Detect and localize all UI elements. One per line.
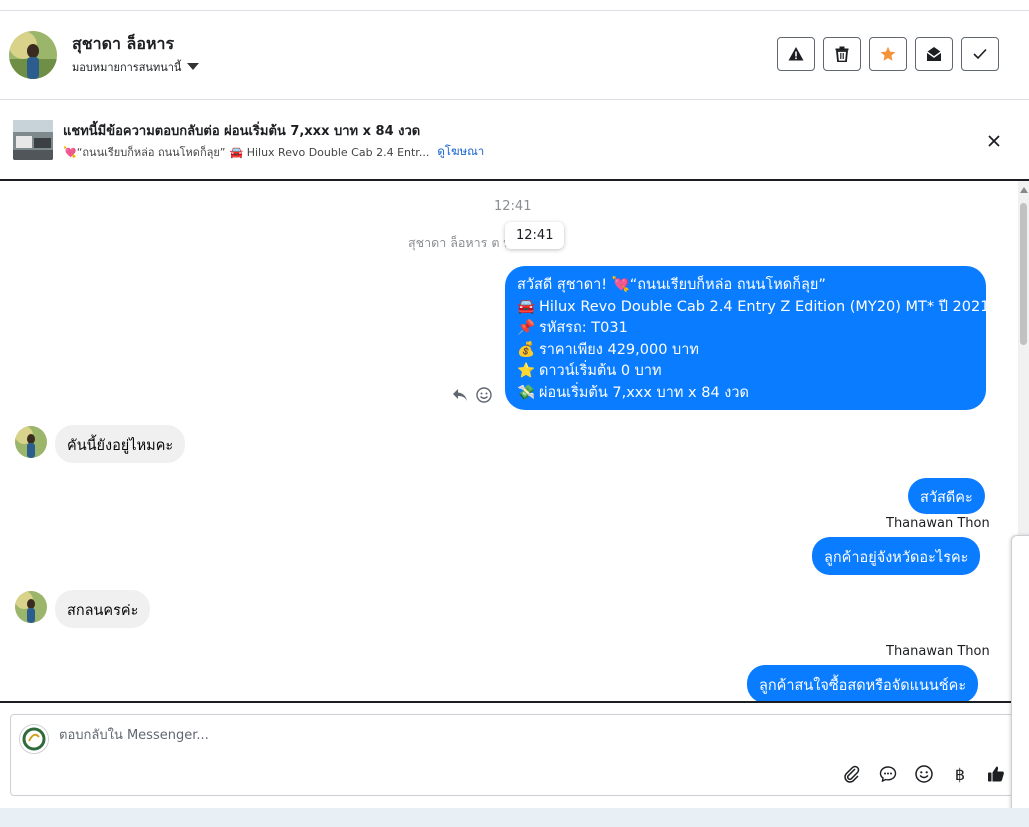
incoming-message[interactable]: สกลนครค่ะ bbox=[55, 590, 151, 628]
timestamp-tooltip: 12:41 bbox=[505, 222, 565, 249]
attach-icon bbox=[844, 765, 860, 783]
outgoing-message[interactable]: ลูกค้าสนใจซื้อสดหรือจัดแนนช์คะ bbox=[747, 665, 979, 701]
ad-headline: 💘“ถนนเรียบก็หล่อ ถนนโหดก็ลุย” bbox=[63, 146, 226, 159]
warning-icon bbox=[788, 47, 804, 61]
ad-message-installment: ผ่อนเริ่มต้น 7,xxx บาท x 84 งวด bbox=[539, 384, 749, 401]
saved-reply-icon bbox=[879, 766, 897, 783]
incoming-message[interactable]: คันนี้ยังอยู่ไหมคะ bbox=[55, 425, 186, 463]
message-thread[interactable]: 12:41 สุชาดา ล็อหาร ต ษณา 12:41 สวัสดี ส… bbox=[0, 181, 1018, 701]
view-ad-link[interactable]: ดูโฆษณา bbox=[437, 143, 484, 161]
trash-icon bbox=[835, 46, 849, 62]
payment-button[interactable]: ฿ bbox=[949, 763, 971, 785]
attach-button[interactable] bbox=[841, 763, 863, 785]
scroll-up-arrow-icon[interactable] bbox=[1020, 187, 1028, 193]
close-icon bbox=[988, 135, 1000, 147]
page-avatar bbox=[19, 724, 49, 754]
contact-avatar-small[interactable] bbox=[15, 591, 47, 623]
outgoing-message[interactable]: สวัสดีคะ bbox=[908, 478, 985, 514]
composer-divider bbox=[0, 701, 1029, 703]
report-button[interactable] bbox=[777, 37, 815, 71]
scroll-thumb[interactable] bbox=[1020, 203, 1027, 345]
money-wings-emoji: 💸 bbox=[517, 384, 536, 401]
ad-reply-message[interactable]: สวัสดี สุชาดา! 💘“ถนนเรียบก็หล่อ ถนนโหดก็… bbox=[505, 266, 990, 410]
check-icon bbox=[973, 48, 987, 60]
composer-tools: ฿ bbox=[841, 763, 1007, 785]
ad-thumbnail[interactable] bbox=[13, 120, 53, 160]
ad-message-model: Hilux Revo Double Cab 2.4 Entry Z Editio… bbox=[539, 298, 990, 315]
mark-unread-button[interactable] bbox=[915, 37, 953, 71]
done-button[interactable] bbox=[961, 37, 999, 71]
contact-name[interactable]: สุชาดา ล็อหาร bbox=[72, 32, 174, 57]
reply-composer: ฿ bbox=[10, 714, 1014, 796]
star-icon bbox=[880, 46, 896, 61]
money-bag-emoji: 💰 bbox=[517, 341, 536, 358]
sender-name: Thanawan Thon bbox=[886, 516, 990, 531]
star-emoji: ⭐ bbox=[517, 363, 536, 379]
sender-name: Thanawan Thon bbox=[886, 644, 990, 659]
footer-strip bbox=[0, 808, 1029, 827]
ad-message-price: ราคาเพียง 429,000 บาท bbox=[539, 341, 699, 358]
delete-button[interactable] bbox=[823, 37, 861, 71]
contact-avatar[interactable] bbox=[9, 31, 57, 79]
ad-message-code: รหัสรถ: T031 bbox=[539, 320, 628, 336]
header-actions bbox=[777, 37, 999, 71]
ad-context-banner: แชทนี้มีข้อความตอบกลับต่อ ผ่อนเริ่มต้น 7… bbox=[0, 100, 1029, 181]
conversation-header: สุชาดา ล็อหาร มอบหมายการสนทนานี้ bbox=[0, 11, 1029, 100]
caret-down-icon bbox=[187, 62, 200, 70]
star-button[interactable] bbox=[869, 37, 907, 71]
car-emoji: 🚘 bbox=[517, 298, 536, 315]
top-divider bbox=[0, 0, 1029, 11]
ad-message-greeting: สวัสดี สุชาดา! 💘“ถนนเรียบก็หล่อ ถนนโหดก็… bbox=[517, 277, 826, 293]
ad-car-name: 🚘 Hilux Revo Double Cab 2.4 Entr... bbox=[229, 145, 430, 159]
ad-subtitle: 💘“ถนนเรียบก็หล่อ ถนนโหดก็ลุย” 🚘 Hilux Re… bbox=[63, 143, 484, 161]
reply-input[interactable] bbox=[57, 727, 821, 744]
emoji-icon bbox=[915, 765, 933, 783]
message-actions bbox=[452, 387, 492, 403]
emoji-button[interactable] bbox=[913, 763, 935, 785]
pin-emoji: 📌 bbox=[517, 320, 536, 336]
emoji-react-icon[interactable] bbox=[476, 387, 492, 403]
saved-replies-button[interactable] bbox=[877, 763, 899, 785]
ad-title: แชทนี้มีข้อความตอบกลับต่อ ผ่อนเริ่มต้น 7… bbox=[63, 124, 421, 139]
side-panel-edge[interactable] bbox=[1011, 535, 1029, 824]
close-banner-button[interactable] bbox=[984, 131, 1004, 151]
reply-icon[interactable] bbox=[452, 388, 468, 402]
baht-icon: ฿ bbox=[954, 764, 966, 784]
assign-conversation-dropdown[interactable]: มอบหมายการสนทนานี้ bbox=[72, 58, 200, 76]
assign-label: มอบหมายการสนทนานี้ bbox=[72, 61, 182, 74]
contact-avatar-small[interactable] bbox=[15, 426, 47, 458]
like-button[interactable] bbox=[985, 763, 1007, 785]
envelope-open-icon bbox=[926, 47, 942, 61]
message-timestamp: 12:41 bbox=[494, 199, 532, 214]
ad-message-down: ดาวน์เริ่มต้น 0 บาท bbox=[539, 363, 662, 379]
thumbs-up-icon bbox=[988, 766, 1004, 782]
outgoing-message[interactable]: ลูกค้าอยู่จังหวัดอะไรคะ bbox=[812, 537, 981, 575]
